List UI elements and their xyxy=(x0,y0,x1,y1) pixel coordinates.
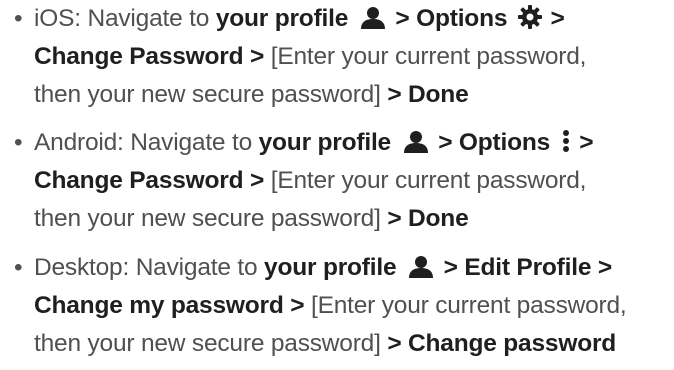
change-password-text: Change Password xyxy=(34,43,244,70)
list-item-android: • Android: Navigate to your profile > Opt… xyxy=(14,124,664,238)
done-text: > Done xyxy=(380,81,469,108)
bullet: • xyxy=(14,5,23,32)
bracket-text: then your new secure password] xyxy=(34,81,381,108)
bracket-text: then your new secure password] xyxy=(34,205,381,232)
edit-profile-text: > Edit Profile xyxy=(437,254,592,281)
arrow-text: > xyxy=(243,43,271,70)
your-profile-text: your profile xyxy=(264,254,397,281)
user-icon xyxy=(409,256,434,278)
change-password-text: Change Password xyxy=(34,167,244,194)
bracket-text: [Enter your current password, xyxy=(270,43,587,70)
done-text: > Done xyxy=(380,205,469,232)
your-profile-text: your profile xyxy=(258,129,392,156)
list-item-desktop: • Desktop: Navigate to your profile > Edi… xyxy=(14,249,664,363)
bullet: • xyxy=(14,129,23,156)
instructions-list: • iOS: Navigate to your profile > Options… xyxy=(0,0,674,370)
user-icon xyxy=(403,131,428,153)
change-password-text: Change my password xyxy=(34,292,284,319)
user-icon xyxy=(360,7,385,29)
gear-icon xyxy=(517,5,542,29)
vertical-dots-icon xyxy=(562,130,569,152)
options-text: > Options xyxy=(388,5,508,32)
line: • Desktop: Navigate to your profile > Edi… xyxy=(14,249,664,287)
arrow-text: > xyxy=(283,292,311,319)
bracket-text: then your new secure password] xyxy=(34,330,381,357)
bracket-text: [Enter your current password, xyxy=(310,292,627,319)
arrow-text: > xyxy=(243,167,271,194)
line: Change my password > [Enter your current… xyxy=(14,287,664,325)
line: then your new secure password] > Change … xyxy=(14,325,664,363)
arrow-text: > xyxy=(572,129,594,156)
line: Change Password > [Enter your current pa… xyxy=(14,162,664,200)
line: Change Password > [Enter your current pa… xyxy=(14,38,664,76)
bullet: • xyxy=(14,254,23,281)
intro-text: Android: Navigate to xyxy=(34,129,259,156)
line: then your new secure password] > Done xyxy=(14,200,664,238)
line: then your new secure password] > Done xyxy=(14,76,664,114)
arrow-text: > xyxy=(591,254,612,281)
line: • Android: Navigate to your profile > Opt… xyxy=(14,124,664,162)
line: • iOS: Navigate to your profile > Options… xyxy=(14,0,664,38)
options-text: > Options xyxy=(431,129,551,156)
your-profile-text: your profile xyxy=(215,5,349,32)
change-password-final-text: > Change password xyxy=(380,330,617,357)
list-item-ios: • iOS: Navigate to your profile > Options… xyxy=(14,0,664,114)
intro-text: iOS: Navigate to xyxy=(34,5,216,32)
intro-text: Desktop: Navigate to xyxy=(34,254,265,281)
arrow-text: > xyxy=(543,5,565,32)
bracket-text: [Enter your current password, xyxy=(270,167,587,194)
